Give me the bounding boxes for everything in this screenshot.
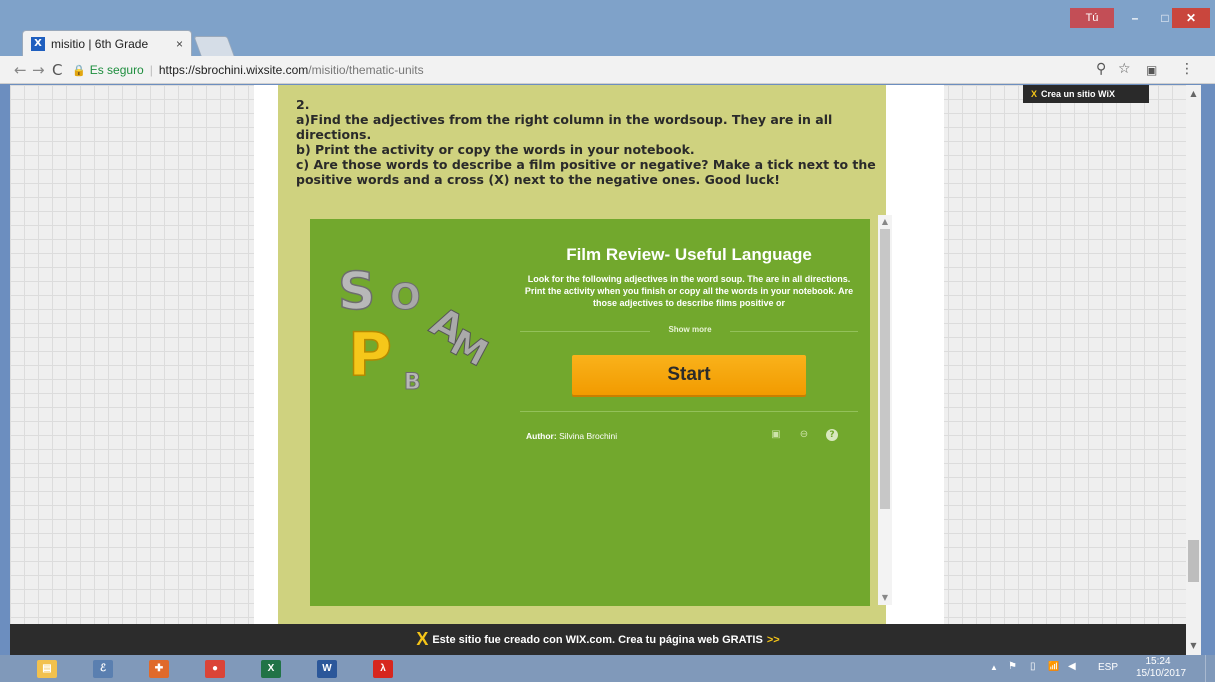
tab-close-icon[interactable]: × bbox=[176, 37, 183, 51]
browser-tab[interactable]: X misitio | 6th Grade × bbox=[22, 30, 192, 56]
lock-icon: 🔒 bbox=[72, 64, 86, 77]
browser-menu-icon[interactable]: ⋮ bbox=[1180, 61, 1194, 77]
forward-arrow-icon[interactable]: → bbox=[32, 61, 45, 79]
clock-date: 15/10/2017 bbox=[1136, 668, 1187, 679]
address-bar[interactable]: 🔒 Es seguro | https://sbrochini.wixsite.… bbox=[72, 60, 1117, 80]
word-soup-logo: S O P B A M bbox=[337, 261, 490, 395]
app-2-icon: ℰ bbox=[93, 659, 113, 678]
tray-expand-icon[interactable]: ▲ bbox=[990, 663, 998, 672]
page-scrollbar[interactable]: ▲ ▼ bbox=[1186, 85, 1201, 655]
show-desktop-button[interactable] bbox=[1205, 655, 1215, 682]
clock-time: 15:24 bbox=[1145, 656, 1171, 667]
wix-x-icon: X bbox=[1031, 89, 1038, 99]
taskbar-excel-button[interactable]: X bbox=[252, 656, 290, 681]
taskbar-word-button[interactable]: W bbox=[308, 656, 346, 681]
wix-tag-label: Crea un sitio WiX bbox=[1041, 89, 1115, 99]
secure-label: Es seguro bbox=[89, 63, 144, 77]
flag-icon[interactable]: ⚑ bbox=[1008, 661, 1017, 672]
new-tab-button[interactable] bbox=[193, 36, 235, 56]
activity-scrollbar[interactable]: ▲ ▼ bbox=[878, 215, 892, 605]
embed-icon[interactable]: ⊖ bbox=[798, 429, 810, 441]
banner-cta[interactable]: >> bbox=[767, 634, 780, 646]
scroll-down-icon[interactable]: ▼ bbox=[1188, 641, 1199, 650]
logo-letter-s: S bbox=[338, 262, 375, 322]
user-profile-button[interactable]: Tú bbox=[1070, 8, 1114, 28]
scroll-up-icon[interactable]: ▲ bbox=[880, 217, 890, 226]
scroll-thumb[interactable] bbox=[1188, 540, 1199, 582]
chrome-icon: ● bbox=[205, 659, 225, 678]
instruction-line: b) Print the activity or copy the words … bbox=[296, 142, 695, 157]
excel-icon: X bbox=[261, 659, 281, 678]
start-button[interactable]: Start bbox=[572, 355, 806, 395]
author-credit: Author: Silvina Brochini bbox=[526, 431, 617, 441]
create-wix-site-link[interactable]: X Crea un sitio WiX bbox=[1023, 85, 1149, 103]
close-window-button[interactable]: ✕ bbox=[1172, 8, 1210, 28]
file-explorer-icon: ▤ bbox=[37, 659, 57, 678]
taskbar-chrome-button[interactable]: ● bbox=[196, 656, 234, 681]
taskbar-app-3-button[interactable]: ✚ bbox=[140, 656, 178, 681]
wix-logo-icon: X bbox=[416, 629, 429, 649]
logo-letter-b: B bbox=[404, 370, 421, 395]
battery-icon[interactable]: ▯ bbox=[1030, 661, 1036, 672]
instruction-line: a)Find the adjectives from the right col… bbox=[296, 112, 837, 142]
instructions-text: 2. a)Find the adjectives from the right … bbox=[296, 97, 886, 187]
author-name: Silvina Brochini bbox=[559, 431, 618, 441]
image-icon[interactable]: ▣ bbox=[770, 429, 782, 441]
activity-title: Film Review- Useful Language bbox=[566, 245, 812, 264]
zoom-icon[interactable]: ⚲ bbox=[1096, 61, 1106, 77]
language-indicator[interactable]: ESP bbox=[1098, 662, 1118, 673]
divider bbox=[520, 411, 858, 412]
instruction-line: 2. bbox=[296, 97, 310, 112]
scroll-down-icon[interactable]: ▼ bbox=[880, 593, 890, 602]
user-label: Tú bbox=[1085, 12, 1099, 24]
back-arrow-icon[interactable]: ← bbox=[14, 61, 27, 79]
tab-title: misitio | 6th Grade bbox=[51, 36, 149, 51]
wix-favicon-icon: X bbox=[31, 36, 45, 51]
taskbar: ▤ ℰ ✚ ● X Wλ ▲ ⚑ ▯ 📶 ◀ ESP 15:24 15/10/2017 bbox=[0, 655, 1215, 682]
acrobat-icon: λ bbox=[373, 659, 393, 678]
window-titlebar: X misitio | 6th Grade × Tú – □ ✕ bbox=[0, 0, 1215, 56]
start-label: Start bbox=[667, 364, 711, 385]
bookmark-star-icon[interactable]: ☆ bbox=[1118, 61, 1131, 77]
url-path: /misitio/thematic-units bbox=[308, 63, 424, 77]
url-host: https://sbrochini.wixsite.com bbox=[158, 63, 309, 77]
app-3-icon: ✚ bbox=[149, 659, 169, 678]
scroll-up-icon[interactable]: ▲ bbox=[1188, 89, 1199, 98]
reload-icon[interactable]: C bbox=[52, 61, 62, 79]
wix-banner[interactable]: X Este sitio fue creado con WIX.com. Cre… bbox=[10, 624, 1186, 655]
minimize-button[interactable]: – bbox=[1120, 8, 1150, 28]
logo-letter-p: P bbox=[348, 320, 392, 390]
author-label: Author: bbox=[526, 431, 557, 441]
scroll-thumb[interactable] bbox=[880, 229, 890, 509]
taskbar-file-explorer-button[interactable]: ▤ bbox=[28, 656, 66, 681]
logo-letter-o: O bbox=[390, 277, 421, 318]
taskbar-app-2-button[interactable]: ℰ bbox=[84, 656, 122, 681]
extension-icon[interactable]: ▣ bbox=[1146, 63, 1157, 77]
page-viewport: 2. a)Find the adjectives from the right … bbox=[10, 85, 1186, 655]
system-clock[interactable]: 15:24 15/10/2017 bbox=[1136, 656, 1187, 680]
activity-description: Look for the following adjectives in the… bbox=[524, 274, 854, 308]
browser-toolbar: ← → C 🔒 Es seguro | https://sbrochini.wi… bbox=[0, 56, 1215, 84]
banner-text: Este sitio fue creado con WIX.com. Crea … bbox=[432, 633, 763, 646]
taskbar-acrobat-button[interactable]: λ bbox=[364, 656, 402, 681]
instruction-line: c) Are those words to describe a film po… bbox=[296, 157, 881, 187]
help-icon[interactable]: ? bbox=[826, 429, 838, 441]
show-more-link[interactable]: Show more bbox=[650, 325, 730, 334]
volume-icon[interactable]: ◀ bbox=[1068, 661, 1076, 672]
signal-icon[interactable]: 📶 bbox=[1048, 661, 1059, 672]
address-separator: | bbox=[149, 63, 153, 77]
word-icon: W bbox=[317, 659, 337, 678]
